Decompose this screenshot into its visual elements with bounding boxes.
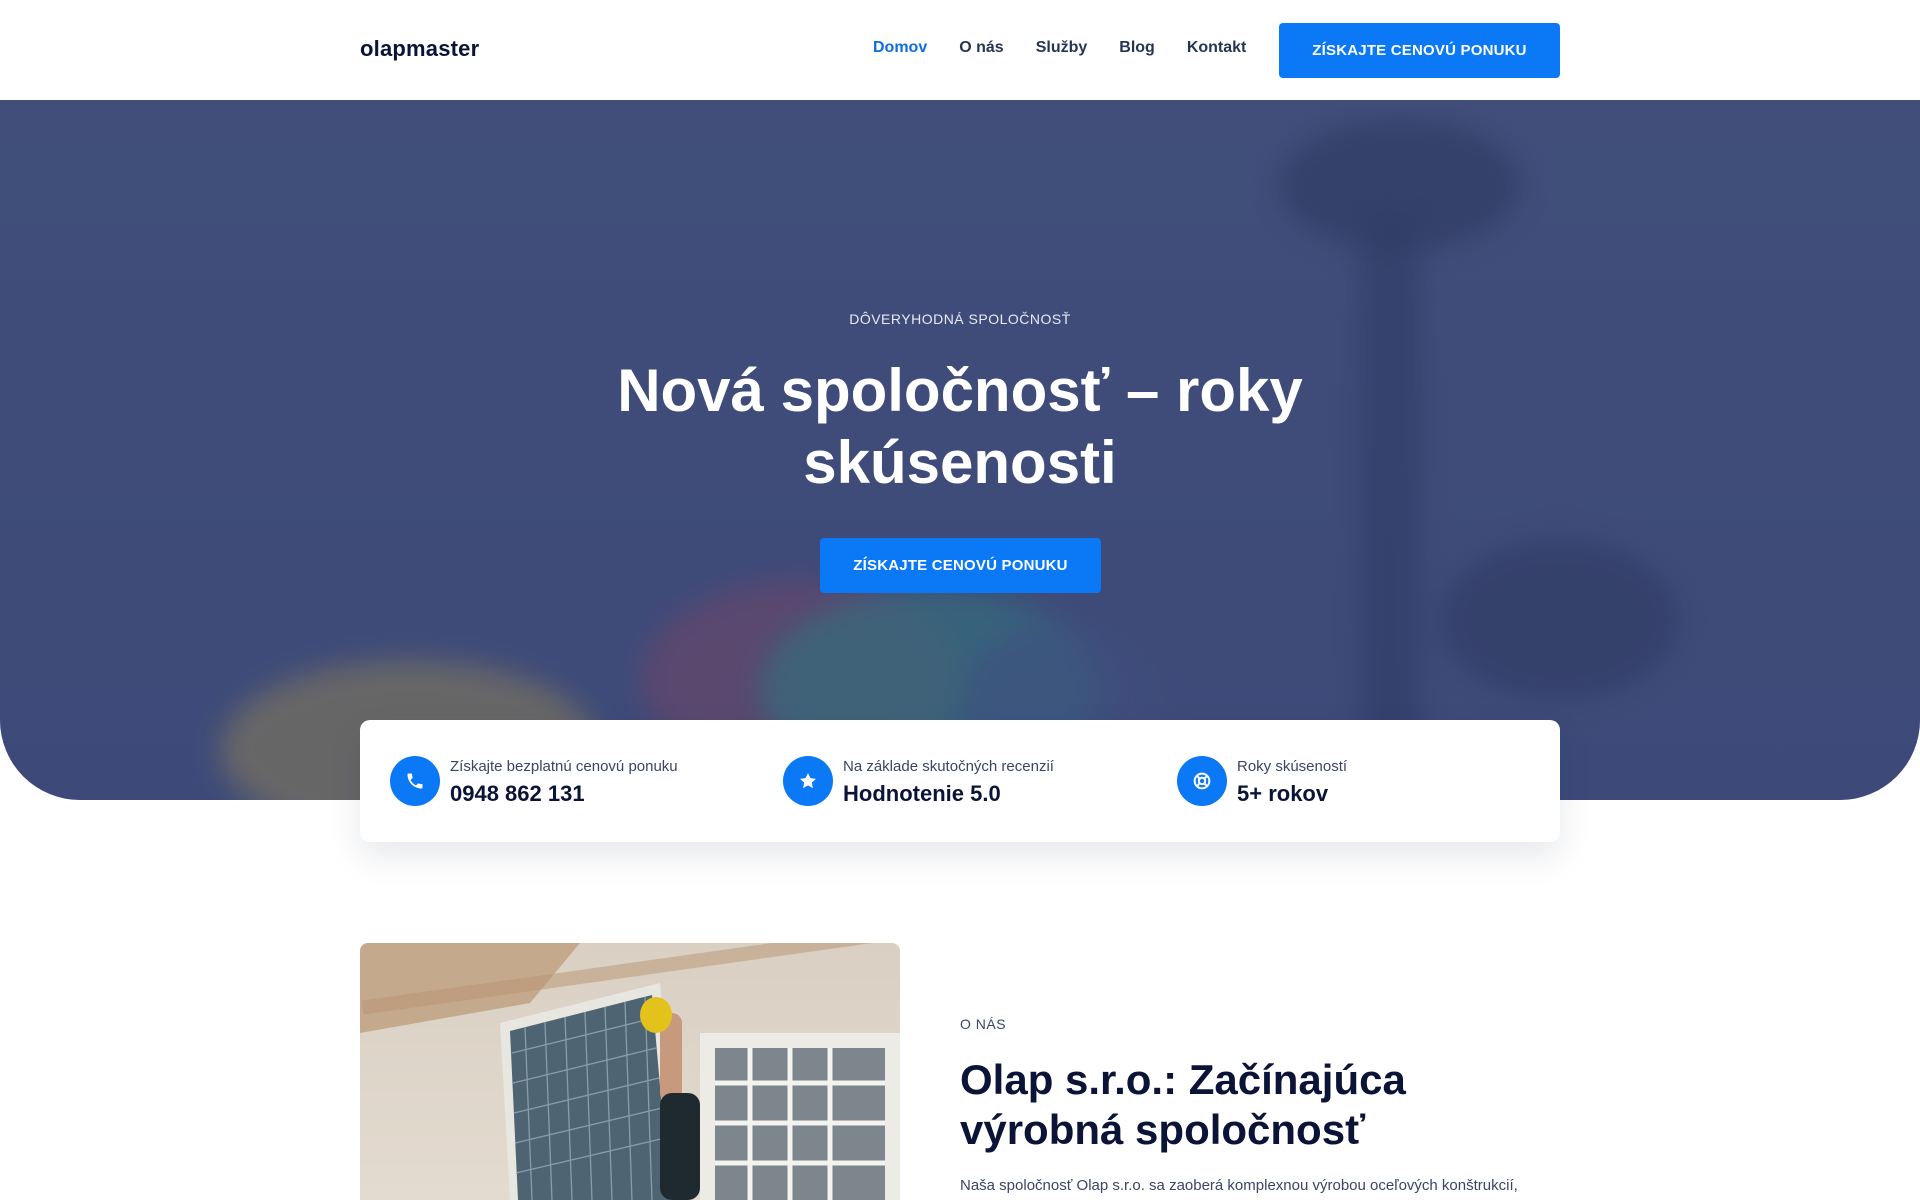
about-image [360,943,900,1200]
phone-icon [390,756,440,806]
stat-label: Získajte bezplatnú cenovú ponuku [450,758,678,775]
nav-item-kontakt[interactable]: Kontakt [1187,39,1247,57]
star-icon [783,756,833,806]
nav-item-sluzby[interactable]: Služby [1036,39,1088,57]
stat-item-phone: Získajte bezplatnú cenovú ponuku 0948 86… [390,756,678,807]
nav-item-domov[interactable]: Domov [873,39,927,57]
site-logo[interactable]: olapmaster [360,36,479,62]
stat-label: Roky skúseností [1237,758,1348,775]
stat-item-experience: Roky skúseností 5+ rokov [1177,756,1347,807]
header-quote-button[interactable]: ZÍSKAJTE CENOVÚ PONUKU [1279,23,1560,78]
hero-quote-button[interactable]: ZÍSKAJTE CENOVÚ PONUKU [820,538,1101,593]
stats-card: Získajte bezplatnú cenovú ponuku 0948 86… [360,720,1560,842]
about-text: Naša spoločnosť Olap s.r.o. sa zaoberá k… [960,1177,1518,1194]
stat-value-rating: Hodnotenie 5.0 [843,781,1001,806]
about-image-illustration [360,943,900,1200]
site-header: olapmaster Domov O nás Služby Blog Konta… [0,0,1920,100]
hero-kicker: DÔVERYHODNÁ SPOLOČNOSŤ [849,311,1071,327]
lifebuoy-icon [1177,756,1227,806]
main-nav: Domov O nás Služby Blog Kontakt [873,39,1246,57]
stat-value-experience: 5+ rokov [1237,781,1329,806]
stat-item-rating: Na základe skutočných recenzií Hodnoteni… [783,756,1054,807]
nav-item-blog[interactable]: Blog [1119,39,1155,57]
nav-item-o-nas[interactable]: O nás [959,39,1003,57]
about-kicker: O NÁS [960,1016,1007,1032]
hero-section: DÔVERYHODNÁ SPOLOČNOSŤ Nová spoločnosť –… [0,100,1920,800]
stat-value-phone[interactable]: 0948 862 131 [450,781,678,807]
about-title: Olap s.r.o.: Začínajúca výrobná spoločno… [960,1056,1406,1153]
stat-label: Na základe skutočných recenzií [843,758,1054,775]
hero-title: Nová spoločnosť – roky skúsenosti [617,357,1303,496]
